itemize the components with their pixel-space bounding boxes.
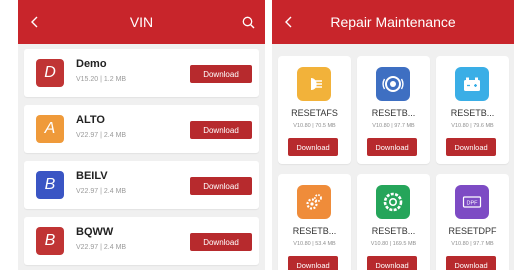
svg-text:DPF: DPF: [467, 200, 479, 206]
brand-version-size: V22.97 | 2.4 MB: [76, 188, 127, 195]
brand-version-size: V22.97 | 2.4 MB: [76, 132, 127, 139]
download-button[interactable]: Download: [190, 177, 252, 195]
module-name: RESETB...: [450, 108, 495, 118]
brand-logo: B: [36, 171, 64, 199]
headlight-icon: [297, 67, 331, 101]
module-name: RESETB...: [371, 108, 416, 118]
back-button[interactable]: [20, 0, 50, 44]
brand-logo: D: [36, 59, 64, 87]
vin-screen: VIN D Demo V15.20 | 1.2 MB Download A AL…: [18, 0, 265, 270]
download-button[interactable]: Download: [446, 256, 496, 270]
chevron-left-icon: [285, 16, 292, 28]
module-version-size: V10.80 | 169.5 MB: [370, 241, 417, 247]
search-button[interactable]: [233, 0, 263, 44]
download-button[interactable]: Download: [367, 256, 417, 270]
module-version-size: V10.80 | 70.5 MB: [293, 123, 336, 129]
vin-list-item[interactable]: B BQWW V22.97 | 2.4 MB Download: [24, 217, 259, 265]
download-button[interactable]: Download: [190, 121, 252, 139]
module-version-size: V10.80 | 97.7 MB: [451, 241, 494, 247]
brand-name: BEILV: [76, 170, 108, 182]
page-title: VIN: [129, 14, 154, 30]
repair-item[interactable]: RESETB... V10.80 | 169.5 MB Download: [357, 174, 430, 270]
download-button[interactable]: Download: [288, 256, 338, 270]
module-version-size: V10.80 | 97.7 MB: [372, 123, 415, 129]
back-button[interactable]: [274, 0, 304, 44]
repair-item[interactable]: RESETB... V10.80 | 53.4 MB Download: [278, 174, 351, 270]
download-button[interactable]: Download: [288, 138, 338, 156]
screenshot-stage: VIN D Demo V15.20 | 1.2 MB Download A AL…: [0, 0, 515, 270]
brand-logo: B: [36, 227, 64, 255]
module-version-size: V10.80 | 53.4 MB: [293, 241, 336, 247]
brand-name: Demo: [76, 58, 107, 70]
repair-header: Repair Maintenance: [272, 0, 514, 44]
download-button[interactable]: Download: [446, 138, 496, 156]
tire-icon: [376, 185, 410, 219]
repair-maintenance-screen: Repair Maintenance RESETAFS V10.80 | 70.…: [272, 0, 514, 270]
download-button[interactable]: Download: [190, 65, 252, 83]
repair-item[interactable]: RESETB... V10.80 | 97.7 MB Download: [357, 56, 430, 164]
vin-list-item[interactable]: D Demo V15.20 | 1.2 MB Download: [24, 49, 259, 97]
download-button[interactable]: Download: [367, 138, 417, 156]
brake-disc-icon: [376, 67, 410, 101]
chevron-left-icon: [31, 16, 38, 28]
module-name: RESETDPF: [448, 226, 497, 236]
download-button[interactable]: Download: [190, 233, 252, 251]
brand-name: BQWW: [76, 226, 114, 238]
brand-version-size: V22.97 | 2.4 MB: [76, 244, 127, 251]
module-name: RESETB...: [292, 226, 337, 236]
search-icon: [242, 16, 254, 28]
module-name: RESETAFS: [291, 108, 338, 118]
vin-header: VIN: [18, 0, 265, 44]
brand-name: ALTO: [76, 114, 105, 126]
gears-icon: [297, 185, 331, 219]
module-name: RESETB...: [371, 226, 416, 236]
dpf-icon: DPF: [455, 185, 489, 219]
battery-icon: [455, 67, 489, 101]
repair-item[interactable]: RESETB... V10.80 | 79.6 MB Download: [436, 56, 509, 164]
vin-list-item[interactable]: B BEILV V22.97 | 2.4 MB Download: [24, 161, 259, 209]
vin-list-item[interactable]: A ALTO V22.97 | 2.4 MB Download: [24, 105, 259, 153]
page-title: Repair Maintenance: [330, 14, 456, 30]
brand-version-size: V15.20 | 1.2 MB: [76, 76, 127, 83]
repair-item[interactable]: DPF RESETDPF V10.80 | 97.7 MB Download: [436, 174, 509, 270]
brand-logo: A: [36, 115, 64, 143]
vin-list: D Demo V15.20 | 1.2 MB Download A ALTO V…: [18, 44, 265, 265]
module-version-size: V10.80 | 79.6 MB: [451, 123, 494, 129]
repair-item[interactable]: RESETAFS V10.80 | 70.5 MB Download: [278, 56, 351, 164]
